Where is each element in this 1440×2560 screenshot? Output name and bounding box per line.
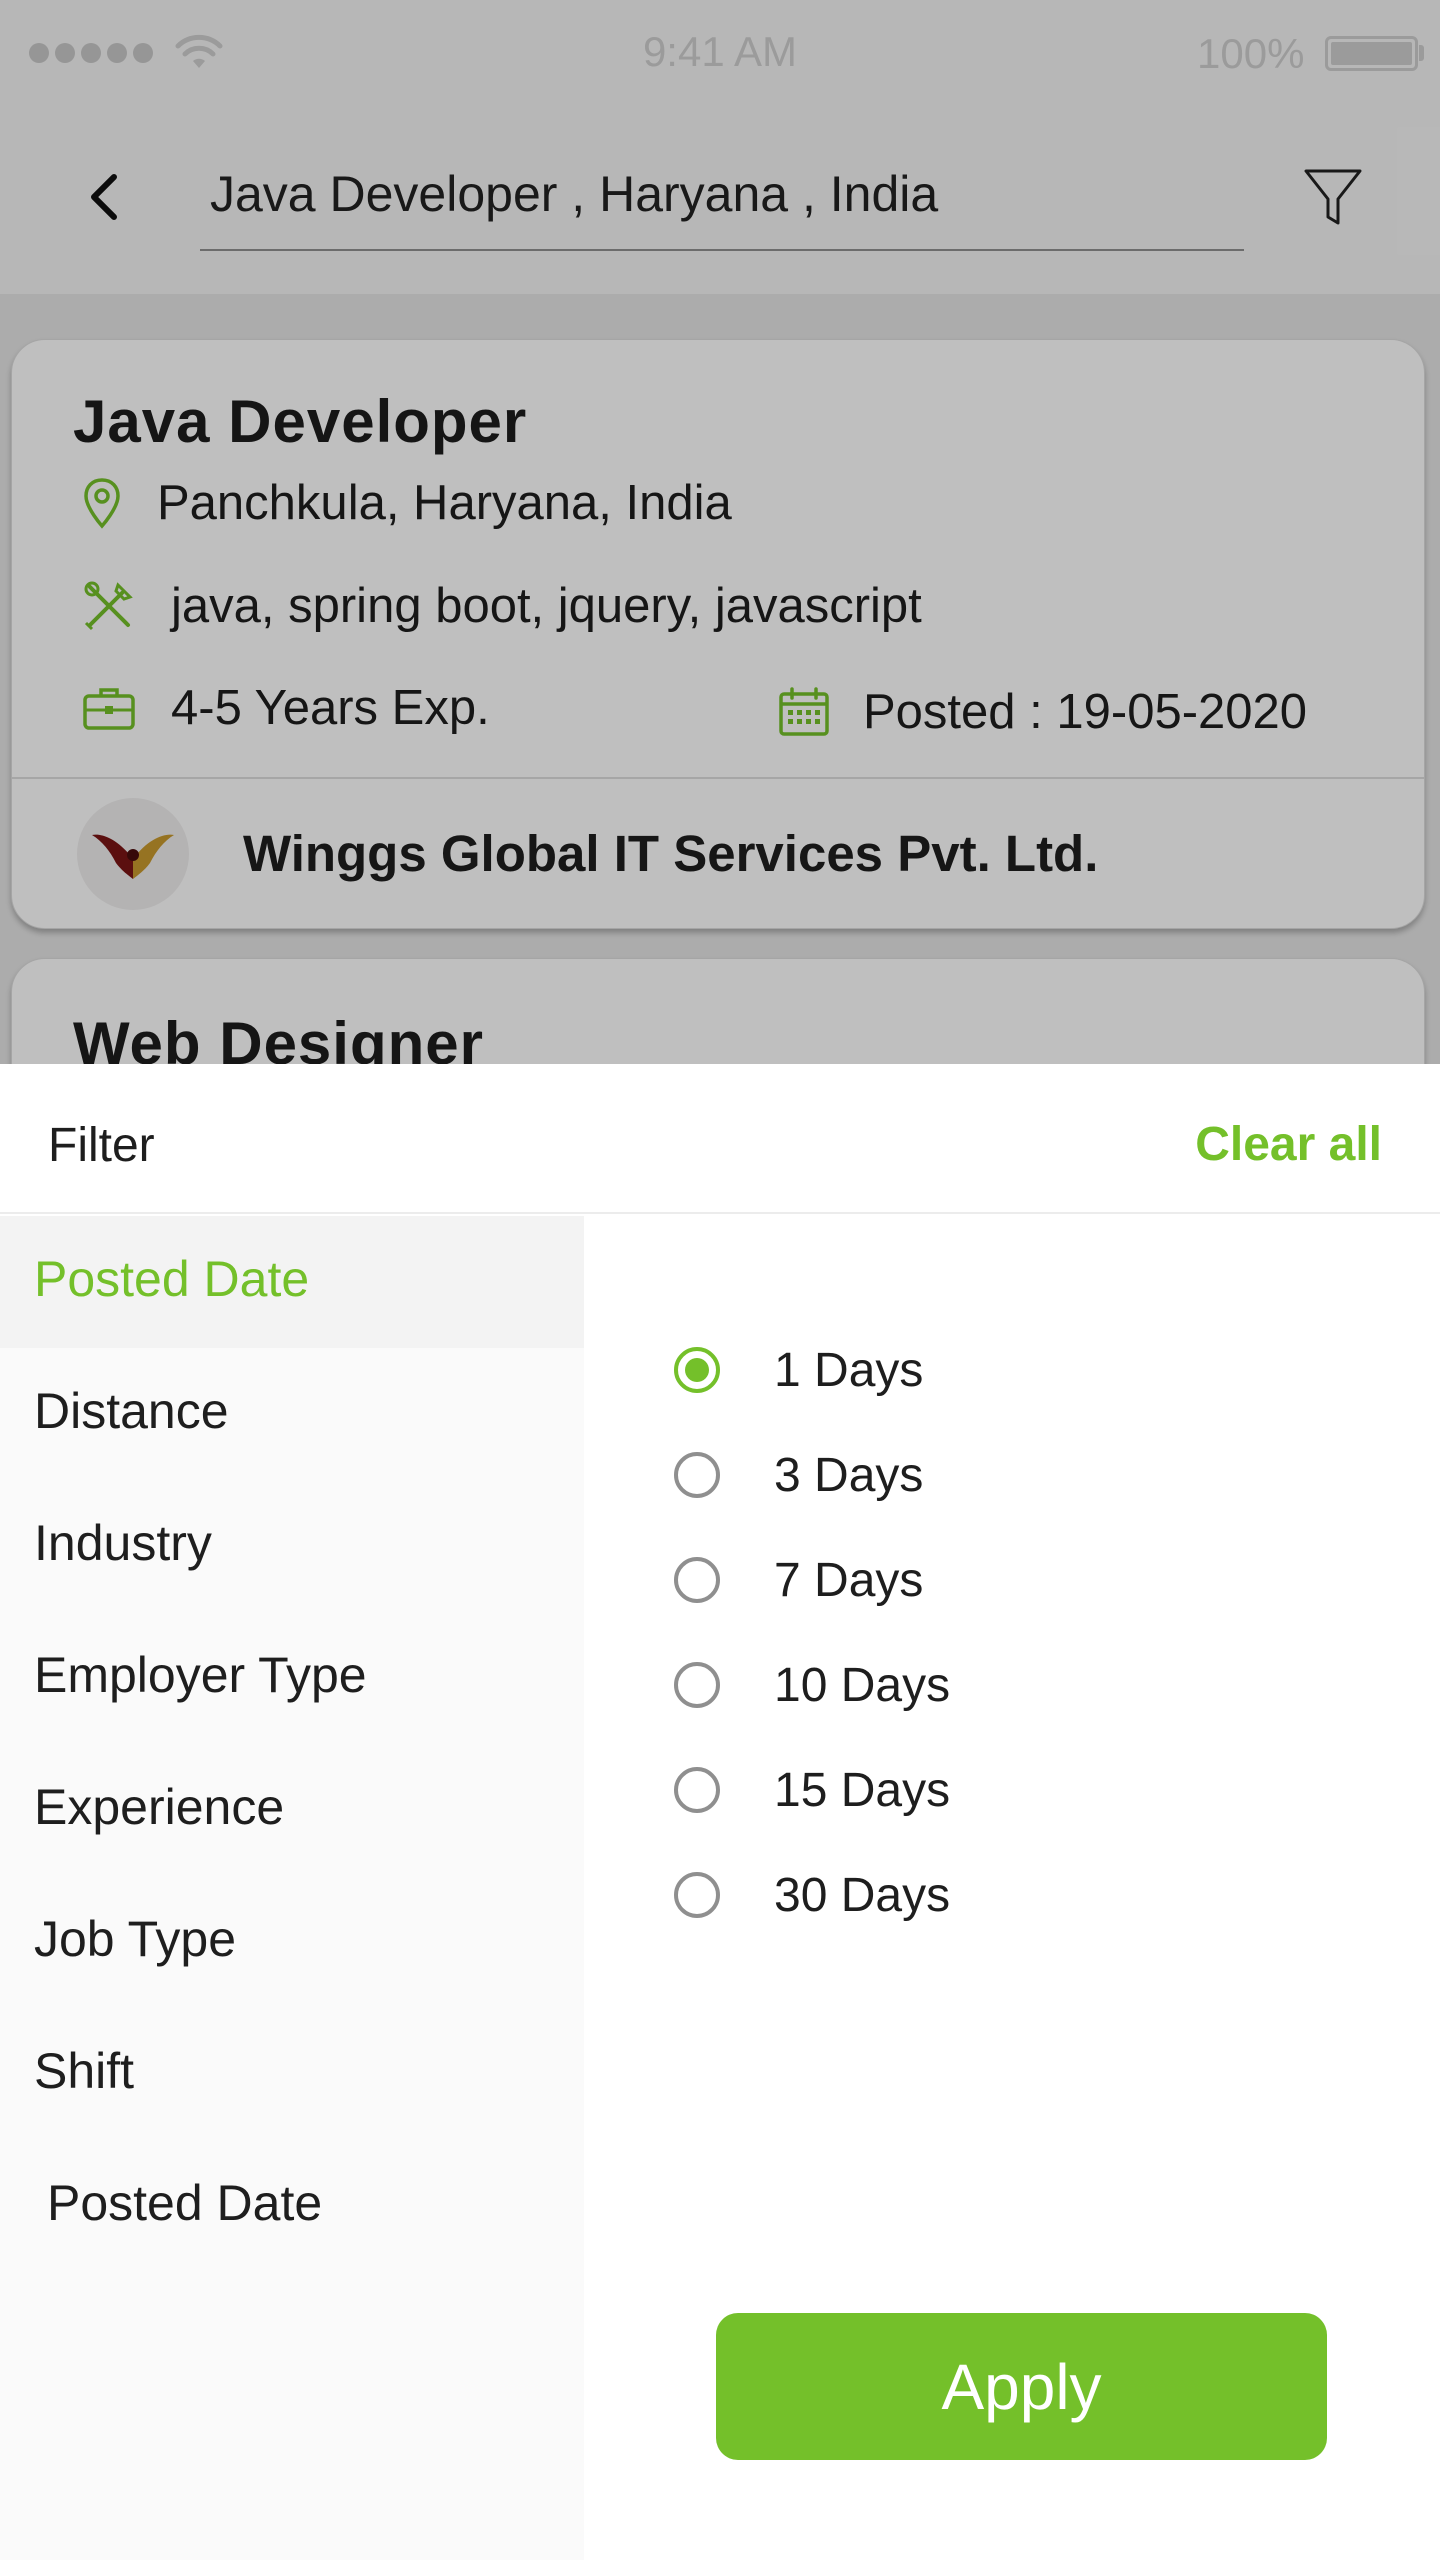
radio-unselected[interactable] [674, 1452, 720, 1498]
option-label: 30 Days [774, 1868, 951, 1922]
filter-category-label: Posted Date [34, 1251, 310, 1307]
filter-category-label: Shift [34, 2043, 135, 2099]
filter-category-distance[interactable]: Distance [0, 1348, 584, 1480]
filter-category-industry[interactable]: Industry [0, 1480, 584, 1612]
option-10-days[interactable]: 10 Days [674, 1655, 950, 1715]
filter-category-label: Job Type [34, 1911, 237, 1967]
radio-unselected[interactable] [674, 1872, 720, 1918]
option-label: 1 Days [774, 1343, 924, 1397]
radio-unselected[interactable] [674, 1662, 720, 1708]
job-list-screen: 9:41 AM 100% Java Developer , Haryana , … [0, 0, 1440, 1064]
filter-category-experience[interactable]: Experience [0, 1744, 584, 1876]
option-1-days[interactable]: 1 Days [674, 1340, 923, 1400]
filter-header: Filter Clear all [0, 1064, 1440, 1214]
filter-category-shift[interactable]: Shift [0, 2008, 584, 2140]
filter-category-job-type[interactable]: Job Type [0, 1876, 584, 2008]
option-7-days[interactable]: 7 Days [674, 1550, 923, 1610]
filter-title: Filter [48, 1119, 155, 1172]
filter-category-label: Posted Date [47, 2175, 323, 2231]
option-label: 3 Days [774, 1448, 924, 1502]
clear-all-button[interactable]: Clear all [1195, 1117, 1382, 1172]
radio-unselected[interactable] [674, 1557, 720, 1603]
filter-category-label: Experience [34, 1779, 285, 1835]
filter-category-label: Industry [34, 1515, 212, 1571]
option-30-days[interactable]: 30 Days [674, 1865, 950, 1925]
modal-backdrop[interactable] [0, 0, 1440, 1064]
filter-category-posted-date[interactable]: Posted Date [0, 1216, 584, 1348]
option-3-days[interactable]: 3 Days [674, 1445, 923, 1505]
option-label: 10 Days [774, 1658, 951, 1712]
apply-button[interactable]: Apply [716, 2313, 1327, 2460]
filter-category-employer-type[interactable]: Employer Type [0, 1612, 584, 1744]
radio-unselected[interactable] [674, 1767, 720, 1813]
radio-selected[interactable] [674, 1347, 720, 1393]
filter-category-label: Distance [34, 1383, 229, 1439]
option-label: 7 Days [774, 1553, 924, 1607]
option-15-days[interactable]: 15 Days [674, 1760, 950, 1820]
filter-category-posted-date-2[interactable]: Posted Date [0, 2140, 584, 2272]
option-label: 15 Days [774, 1763, 951, 1817]
filter-category-label: Employer Type [34, 1647, 367, 1703]
filter-category-list: Posted Date Distance Industry Employer T… [0, 1216, 584, 2560]
